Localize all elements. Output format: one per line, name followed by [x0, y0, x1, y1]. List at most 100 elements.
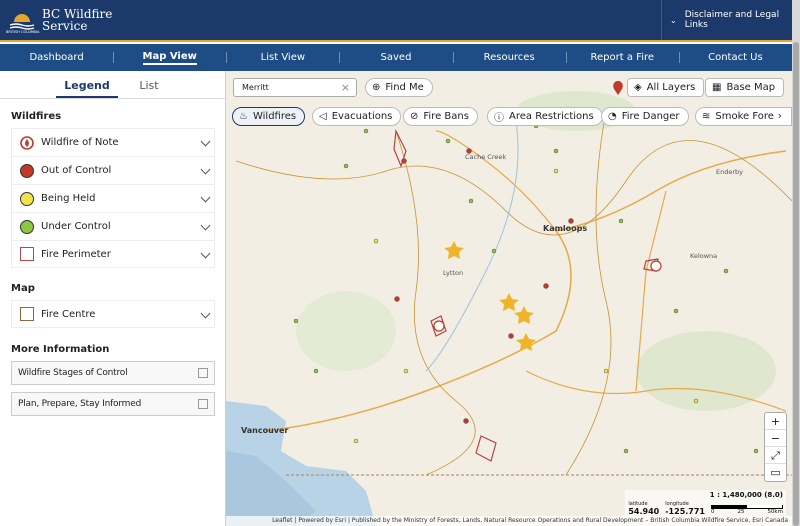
nav-label: Saved — [380, 52, 412, 63]
tab-legend[interactable]: Legend — [56, 71, 118, 98]
base-map-button[interactable]: ▦ Base Map — [705, 78, 785, 97]
map-view[interactable]: Kamloops Vancouver Lytton Cache Creek En… — [226, 71, 792, 526]
legend-panel: Legend List Wildfires Wildfire of Note O… — [0, 71, 226, 526]
layers-icon: ◈ — [634, 82, 642, 93]
filter-label: Area Restrictions — [509, 111, 594, 122]
nav-saved[interactable]: Saved — [339, 44, 452, 71]
legend-label: Out of Control — [41, 165, 112, 176]
legend-being-held[interactable]: Being Held — [11, 184, 215, 212]
nav-label: Dashboard — [29, 52, 84, 63]
under-control-icon — [20, 219, 34, 234]
disclaimer-menu[interactable]: ⌄ Disclaimer and Legal Links — [661, 0, 792, 40]
nav-map-view[interactable]: Map View — [113, 44, 226, 71]
search-value: Merritt — [242, 83, 269, 92]
filter-wildfires[interactable]: ♨ Wildfires — [232, 107, 306, 126]
town-lytton: Lytton — [443, 269, 464, 277]
bc-sun-logo-icon: BRITISH COLUMBIA — [6, 6, 40, 34]
legend-label: Wildfire of Note — [41, 137, 119, 148]
map-legend: Fire Centre — [11, 300, 215, 328]
filter-fire-bans[interactable]: ⊘ Fire Bans — [403, 107, 478, 126]
wildfires-legend: Wildfire of Note Out of Control Being He… — [11, 128, 215, 268]
filter-label: Smoke Fore — [715, 111, 774, 122]
scale-tick: 25 — [737, 509, 745, 515]
bc-wildfire-logo[interactable]: BRITISH COLUMBIA BC Wildfire Service — [6, 6, 112, 34]
being-held-icon — [20, 191, 34, 206]
legend-label: Fire Centre — [41, 308, 96, 320]
nav-dashboard[interactable]: Dashboard — [0, 44, 113, 71]
measure-icon[interactable]: ▭ — [765, 464, 786, 481]
external-link-icon — [198, 368, 208, 378]
filter-label: Fire Danger — [621, 111, 680, 122]
zoom-in-button[interactable]: + — [765, 413, 786, 430]
link-plan-prepare[interactable]: Plan, Prepare, Stay Informed — [11, 392, 215, 416]
filter-fire-danger[interactable]: ◔ Fire Danger — [601, 107, 689, 126]
scale-ratio: 1 : 1,480,000 (8.0) — [709, 491, 783, 499]
logo-gov-text: BRITISH COLUMBIA — [6, 30, 40, 34]
link-wildfire-stages[interactable]: Wildfire Stages of Control — [11, 361, 215, 385]
legend-under-control[interactable]: Under Control — [11, 212, 215, 240]
nav-contact-us[interactable]: Contact Us — [678, 44, 792, 71]
location-marker-icon[interactable] — [613, 81, 623, 95]
filter-label: Fire Bans — [423, 111, 469, 122]
top-banner: BRITISH COLUMBIA BC Wildfire Service ⌄ D… — [0, 0, 792, 42]
chevron-down-icon[interactable] — [200, 308, 211, 319]
nav-list-view[interactable]: List View — [226, 44, 339, 71]
zoom-out-button[interactable]: − — [765, 430, 786, 447]
fullscreen-icon[interactable]: ⤢ — [765, 447, 786, 464]
smoke-icon: ≋ — [702, 111, 711, 122]
fire-centre-icon — [20, 307, 34, 321]
external-link-icon — [198, 399, 208, 409]
ban-icon: ⊘ — [410, 111, 419, 122]
chevron-down-icon: ⌄ — [670, 15, 677, 25]
scale-tick: 50km — [767, 509, 783, 515]
page-scrollbar[interactable] — [792, 0, 800, 526]
filter-area-restrictions[interactable]: ⓘ Area Restrictions — [487, 107, 603, 126]
all-layers-button[interactable]: ◈ All Layers — [627, 78, 705, 97]
scale-bar: 0 25 50km — [711, 501, 783, 516]
chevron-down-icon[interactable] — [200, 192, 211, 203]
panel-tabs: Legend List — [0, 71, 225, 99]
legend-label: Fire Perimeter — [41, 248, 111, 260]
scale-tick: 0 — [711, 509, 715, 515]
nav-resources[interactable]: Resources — [452, 44, 566, 71]
nav-label: Report a Fire — [590, 52, 655, 63]
city-kamloops: Kamloops — [543, 224, 588, 233]
chevron-down-icon[interactable] — [200, 136, 211, 147]
close-icon[interactable]: × — [341, 81, 350, 94]
nav-label: Resources — [483, 52, 535, 63]
tab-list[interactable]: List — [118, 71, 180, 98]
nav-report-a-fire[interactable]: Report a Fire — [565, 44, 679, 71]
chevron-down-icon[interactable] — [200, 164, 211, 175]
out-of-control-icon — [20, 163, 34, 178]
filter-label: Wildfires — [252, 111, 297, 122]
map-attribution: Leaflet | Powered by Esri | Published by… — [226, 516, 792, 526]
legend-label: Under Control — [41, 221, 111, 232]
chevron-down-icon[interactable] — [200, 248, 211, 259]
disclaimer-label: Disclaimer and Legal Links — [684, 10, 780, 30]
chevron-down-icon[interactable] — [200, 220, 211, 231]
link-label: Plan, Prepare, Stay Informed — [18, 399, 142, 409]
logo-line2: Service — [42, 19, 88, 33]
filter-evacuations[interactable]: ◁ Evacuations — [312, 107, 402, 126]
map-basemap — [226, 81, 792, 526]
gauge-icon: ◔ — [608, 111, 617, 122]
scroll-thumb[interactable] — [793, 42, 799, 526]
legend-label: Being Held — [41, 193, 96, 204]
base-map-label: Base Map — [726, 82, 776, 93]
map-search-input[interactable]: Merritt × — [233, 78, 357, 97]
nav-label: Map View — [142, 51, 197, 65]
legend-fire-perimeter[interactable]: Fire Perimeter — [11, 240, 215, 268]
nav-label: Contact Us — [708, 52, 763, 63]
fire-perimeter-icon — [20, 247, 34, 261]
legend-out-of-control[interactable]: Out of Control — [11, 156, 215, 184]
map-controls: + − ⤢ ▭ — [764, 412, 787, 482]
map-icon: ▦ — [712, 82, 722, 93]
find-me-button[interactable]: ⊕ Find Me — [365, 78, 433, 97]
legend-wildfire-of-note[interactable]: Wildfire of Note — [11, 128, 215, 156]
find-me-label: Find Me — [385, 82, 424, 93]
map-heading: Map — [11, 283, 35, 294]
wildfire-of-note-icon — [20, 135, 34, 150]
link-label: Wildfire Stages of Control — [18, 368, 128, 378]
legend-fire-centre[interactable]: Fire Centre — [11, 300, 215, 328]
chevron-right-icon[interactable]: › — [778, 109, 782, 122]
